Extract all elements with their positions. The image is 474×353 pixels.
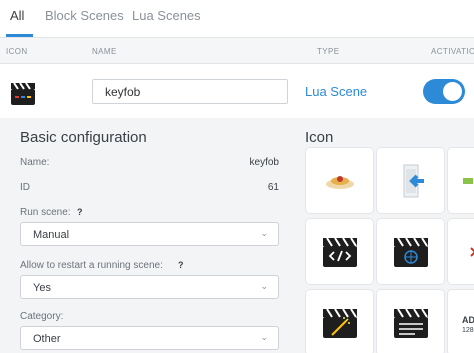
table-header: ICON NAME TYPE ACTIVATION bbox=[0, 38, 474, 64]
food-plate-icon bbox=[325, 175, 354, 189]
tab-block-scenes[interactable]: Block Scenes bbox=[45, 8, 124, 23]
icon-option-clapper[interactable] bbox=[377, 290, 444, 353]
icon-option-text-sub: 128 bbox=[462, 327, 474, 334]
partial-icon bbox=[463, 177, 473, 184]
clapperboard-globe-icon bbox=[393, 236, 428, 267]
category-label: Category: bbox=[20, 311, 64, 322]
id-label: ID bbox=[20, 182, 30, 193]
scene-type-label: Lua Scene bbox=[305, 84, 368, 99]
category-value: Other bbox=[33, 333, 61, 345]
clapperboard-icon[interactable] bbox=[10, 80, 36, 106]
toggle-knob bbox=[443, 82, 462, 101]
name-value: keyfob bbox=[249, 157, 279, 168]
run-scene-select[interactable]: Manual ⌄ bbox=[20, 222, 279, 246]
icon-option-door[interactable] bbox=[377, 148, 444, 213]
run-scene-help-icon[interactable]: ? bbox=[77, 207, 83, 217]
restart-select[interactable]: Yes ⌄ bbox=[20, 275, 279, 299]
clapperboard-code-icon bbox=[322, 236, 357, 267]
scene-details-panel: Basic configuration Name: keyfob ID 61 R… bbox=[0, 118, 474, 353]
tab-all[interactable]: All bbox=[10, 8, 24, 23]
scene-name-input[interactable] bbox=[92, 79, 288, 104]
icon-option-partial[interactable] bbox=[448, 148, 474, 213]
chevron-down-icon: ⌄ bbox=[260, 228, 268, 238]
icon-option-partial-2[interactable] bbox=[448, 219, 474, 284]
chevron-down-icon: ⌄ bbox=[260, 281, 268, 291]
column-header-activation: ACTIVATION bbox=[431, 47, 474, 56]
icon-option-text[interactable]: AD 128 bbox=[448, 290, 474, 353]
basic-configuration-title: Basic configuration bbox=[20, 129, 147, 146]
id-value: 61 bbox=[267, 182, 279, 193]
name-label: Name: bbox=[20, 157, 50, 168]
chevron-down-icon: ⌄ bbox=[260, 332, 268, 342]
category-select[interactable]: Other ⌄ bbox=[20, 326, 279, 350]
column-header-icon: ICON bbox=[6, 47, 28, 56]
column-header-name: NAME bbox=[92, 47, 117, 56]
activation-toggle[interactable] bbox=[423, 79, 465, 104]
tab-lua-scenes[interactable]: Lua Scenes bbox=[132, 8, 201, 23]
restart-value: Yes bbox=[33, 282, 51, 294]
restart-help-icon[interactable]: ? bbox=[178, 260, 184, 270]
door-arrow-icon bbox=[403, 164, 424, 197]
icon-section-title: Icon bbox=[305, 129, 334, 146]
restart-label: Allow to restart a running scene: bbox=[20, 260, 163, 271]
column-header-type: TYPE bbox=[317, 47, 340, 56]
clapperboard-magic-icon bbox=[322, 307, 357, 338]
icon-option-food[interactable] bbox=[306, 148, 373, 213]
icon-option-text-label: AD bbox=[462, 315, 474, 325]
run-scene-label: Run scene: bbox=[20, 207, 71, 218]
icon-option-magic[interactable] bbox=[306, 290, 373, 353]
clapperboard-icon bbox=[393, 307, 428, 338]
tab-bar: All Block Scenes Lua Scenes bbox=[0, 0, 474, 37]
icon-option-globe[interactable] bbox=[377, 219, 444, 284]
icon-option-code[interactable] bbox=[306, 219, 373, 284]
partial-icon bbox=[470, 246, 474, 257]
run-scene-value: Manual bbox=[33, 229, 70, 241]
